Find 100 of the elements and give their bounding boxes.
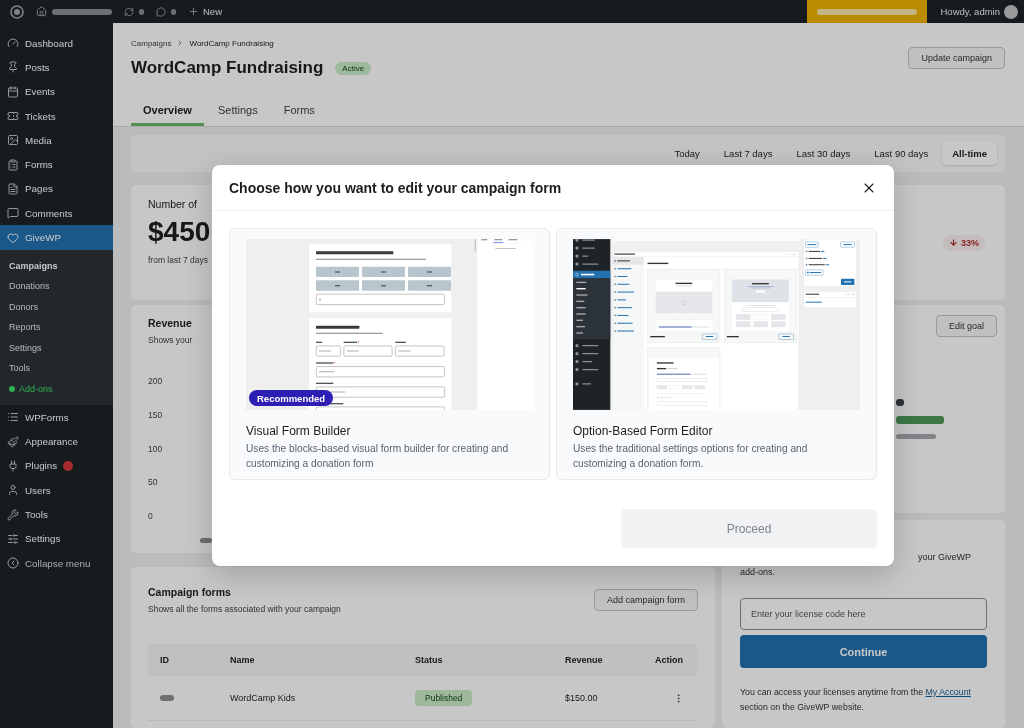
text-placeholder (160, 695, 174, 701)
text-placeholder (200, 538, 212, 543)
update-campaign-button[interactable]: Update campaign (908, 46, 1005, 69)
text-placeholder (171, 8, 176, 15)
axis-label: 50 (148, 476, 158, 489)
sidebar-menu-item[interactable]: GiveWP (0, 225, 113, 250)
submenu-item[interactable]: Donors (0, 296, 113, 318)
option-title: Option-Based Form Editor (573, 423, 713, 439)
sidebar-menu-item[interactable]: Tools (0, 502, 113, 527)
page-icon (7, 182, 19, 195)
submenu-item[interactable]: Reports (0, 317, 113, 338)
sidebar-menu-item[interactable]: Comments (0, 201, 113, 226)
option-description: Uses the traditional settings options for creating and customizing a donation form. (573, 442, 809, 471)
sliders-icon (7, 532, 19, 545)
add-campaign-form-button[interactable]: Add campaign form (593, 589, 698, 611)
column-header: Status (415, 655, 443, 665)
table-cell: WordCamp Kids (230, 693, 296, 703)
stat-value: $450 (148, 215, 211, 249)
sidebar-menu-item[interactable]: Pages (0, 176, 113, 202)
sidebar-menu-item[interactable]: Tickets (0, 103, 113, 129)
plug-icon (7, 459, 19, 472)
text-placeholder (52, 8, 112, 15)
speech-bubble-icon[interactable] (156, 6, 166, 17)
text-placeholder (139, 8, 144, 15)
status-badge: Published (415, 690, 473, 706)
sidebar-menu-item[interactable]: Settings (0, 526, 113, 551)
breadcrumb-link[interactable]: Campaigns (131, 38, 172, 48)
wrench-icon (7, 508, 19, 521)
round-logo-icon[interactable] (10, 4, 24, 19)
axis-label: 150 (148, 408, 163, 421)
submenu-item[interactable]: Settings (0, 337, 113, 359)
dialog-title: Choose how you want to edit your campaign form (229, 179, 562, 196)
account-menu[interactable]: Howdy, admin (940, 4, 1018, 19)
sidebar-menu-item[interactable]: Appearance (0, 429, 113, 454)
heart-icon (7, 231, 19, 244)
house-icon[interactable] (36, 6, 47, 17)
sidebar-menu-item[interactable]: Forms (0, 152, 113, 177)
editor-option-card[interactable]: Recommended Visual Form Builder Uses the blocks-based visual form builder for creating and customizing a donation form (229, 228, 550, 480)
sidebar-menu-item[interactable]: Collapse menu (0, 550, 113, 576)
sidebar-menu-item[interactable]: Posts (0, 55, 113, 80)
calendar-icon (7, 85, 19, 98)
stat-label: Number of (148, 197, 198, 211)
recommended-badge: Recommended (249, 390, 334, 406)
page-title: WordCamp Fundraising (131, 58, 324, 78)
status-badge: Active (335, 61, 372, 75)
sidebar-menu-item[interactable]: Users (0, 478, 113, 503)
image-icon (7, 134, 19, 147)
axis-label: 0 (148, 510, 153, 522)
date-filter-button[interactable]: Last 90 days (864, 142, 939, 165)
paintbrush-icon (7, 435, 19, 448)
refresh-icon[interactable] (124, 6, 134, 17)
edit-goal-button[interactable]: Edit goal (935, 315, 997, 337)
license-note: You can access your licenses anytime from the My Account section on the GiveWP website. (740, 686, 972, 714)
table-cell: $150.00 (565, 693, 598, 703)
editor-option-card[interactable]: Option-Based Form Editor Uses the traditional settings options for creating and customizing a donation form. (556, 228, 877, 480)
card-subtitle: Shows your (148, 334, 193, 346)
list-icon (7, 411, 19, 424)
sidebar-menu-item[interactable]: Plugins (0, 453, 113, 479)
card-title: Campaign forms (148, 585, 231, 599)
date-filter-button[interactable]: Last 30 days (786, 142, 861, 165)
license-input-field[interactable]: Enter your license code here (740, 598, 987, 630)
column-header: ID (160, 655, 169, 665)
tab[interactable]: Settings (205, 99, 270, 126)
dot-icon (9, 385, 15, 392)
card-title: Revenue (148, 316, 192, 330)
my-account-link[interactable]: My Account (925, 687, 971, 697)
breadcrumb-current: WordCamp Fundraising (189, 38, 274, 48)
card-subtitle: Shows all the forms associated with your campaign (148, 603, 341, 615)
option-title: Visual Form Builder (246, 423, 351, 439)
plus-icon (188, 6, 199, 17)
continue-button[interactable]: Continue (740, 635, 987, 668)
stat-caption: from last 7 days (148, 254, 208, 266)
tab[interactable]: Overview (131, 99, 204, 126)
clipboard-icon (7, 158, 19, 171)
date-filter-button[interactable]: All-time (942, 142, 997, 165)
tab[interactable]: Forms (271, 99, 327, 126)
column-header: Revenue (565, 655, 603, 665)
sidebar-menu-item[interactable]: Dashboard (0, 31, 113, 56)
ticket-icon (7, 110, 19, 123)
sidebar-menu-item[interactable]: Media (0, 128, 113, 153)
speech-bubble-icon (7, 207, 19, 220)
arrow-down-icon (948, 238, 958, 247)
submenu-item[interactable]: Tools (0, 358, 113, 379)
text-placeholder (896, 416, 944, 424)
date-filter-button[interactable]: Today (664, 142, 710, 165)
option-description: Uses the blocks-based visual form builder for creating and customizing a donation form (246, 442, 510, 471)
gauge-icon (7, 37, 19, 50)
column-header: Action (655, 655, 683, 665)
pushpin-icon (7, 61, 19, 74)
sidebar-menu-item[interactable]: WPForms (0, 405, 113, 430)
submenu-item[interactable]: Campaigns (0, 255, 113, 277)
axis-label: 200 (148, 375, 163, 387)
license-text: your GiveWP (918, 551, 971, 564)
license-text: add-ons. (740, 566, 776, 579)
submenu-item[interactable]: Donations (0, 276, 113, 297)
sidebar-menu-item[interactable]: Events (0, 79, 113, 104)
new-content-link[interactable]: New (188, 6, 222, 17)
date-filter-button[interactable]: Last 7 days (713, 142, 783, 165)
submenu-item[interactable]: Add-ons (0, 378, 113, 400)
avatar-icon (1004, 4, 1018, 19)
